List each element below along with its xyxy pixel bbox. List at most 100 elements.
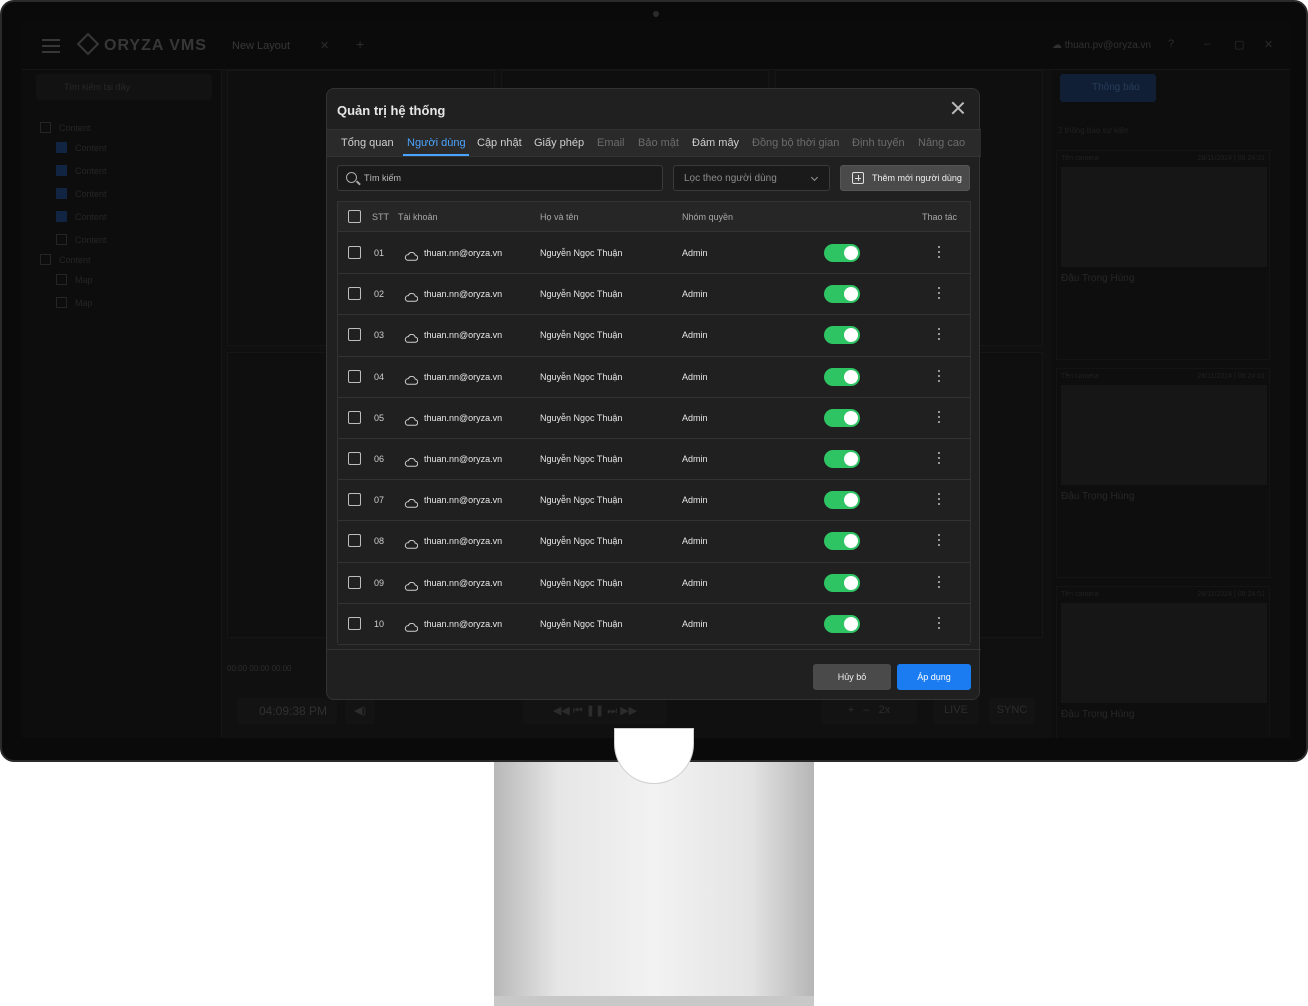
search-icon — [346, 172, 357, 183]
add-user-label: Thêm mới người dùng — [872, 173, 962, 183]
row-account: thuan.nn@oryza.vn — [424, 248, 503, 258]
select-all-checkbox[interactable] — [348, 210, 361, 223]
table-row[interactable]: 07 thuan.nn@oryza.vn Nguyễn Ngọc Thuận Admi… — [338, 480, 970, 522]
row-checkbox[interactable] — [348, 616, 361, 630]
row-stt: 10 — [374, 618, 385, 629]
table-row[interactable]: 01 thuan.nn@oryza.vn Nguyễn Ngọc Thuận Admi… — [338, 233, 970, 275]
more-actions-icon[interactable] — [936, 534, 942, 548]
toggle-knob — [844, 534, 858, 549]
stand-hole — [614, 728, 694, 784]
enable-toggle[interactable] — [824, 491, 860, 510]
enable-toggle[interactable] — [824, 285, 860, 304]
row-stt: 05 — [374, 412, 385, 423]
row-account: thuan.nn@oryza.vn — [424, 371, 503, 382]
filter-label: Lọc theo người dùng — [684, 173, 777, 184]
enable-toggle[interactable] — [824, 244, 860, 262]
row-account: thuan.nn@oryza.vn — [424, 454, 503, 464]
more-actions-icon[interactable] — [936, 246, 942, 260]
close-icon[interactable] — [949, 99, 967, 117]
enable-toggle[interactable] — [824, 450, 860, 468]
tab-10[interactable]: Nâng cao — [918, 137, 965, 149]
row-fullname: Nguyễn Ngọc Thuận — [540, 371, 623, 382]
tab-4[interactable]: Giấy phép — [534, 137, 584, 149]
tab-6[interactable]: Bảo mật — [638, 137, 679, 149]
row-role: Admin — [682, 454, 708, 464]
tab-1[interactable]: Tổng quan — [341, 137, 394, 149]
row-stt: 03 — [374, 330, 385, 341]
row-account: thuan.nn@oryza.vn — [424, 618, 503, 629]
table-row[interactable]: 08 thuan.nn@oryza.vn Nguyễn Ngọc Thuận Admi… — [338, 521, 970, 563]
more-actions-icon[interactable] — [936, 287, 942, 301]
add-user-button[interactable]: Thêm mới người dùng — [840, 165, 970, 191]
table-row[interactable]: 03 thuan.nn@oryza.vn Nguyễn Ngọc Thuận Admi… — [338, 315, 970, 357]
tab-8[interactable]: Đồng bộ thời gian — [752, 137, 839, 149]
table-row[interactable]: 09 thuan.nn@oryza.vn Nguyễn Ngọc Thuận Admi… — [338, 563, 970, 604]
enable-toggle[interactable] — [824, 326, 860, 345]
row-stt: 09 — [374, 577, 385, 588]
enable-toggle[interactable] — [824, 532, 860, 551]
monitor-camera — [653, 11, 659, 17]
toggle-knob — [844, 616, 858, 631]
enable-toggle[interactable] — [824, 408, 860, 427]
row-account: thuan.nn@oryza.vn — [424, 495, 503, 506]
table-row[interactable]: 06 thuan.nn@oryza.vn Nguyễn Ngọc Thuận Admi… — [338, 439, 970, 481]
enable-toggle[interactable] — [824, 614, 860, 633]
row-account: thuan.nn@oryza.vn — [424, 577, 503, 588]
row-checkbox[interactable] — [348, 328, 361, 342]
row-role: Admin — [682, 330, 708, 341]
toggle-knob — [844, 369, 858, 384]
cloud-icon — [404, 619, 419, 632]
row-fullname: Nguyễn Ngọc Thuận — [540, 454, 623, 464]
footer-divider — [327, 649, 981, 650]
row-checkbox[interactable] — [348, 452, 361, 465]
user-table: STT Tài khoản Họ và tên Nhóm quyền Thao … — [337, 201, 971, 645]
more-actions-icon[interactable] — [936, 616, 942, 631]
stand-foot — [494, 996, 814, 1006]
header-account: Tài khoản — [398, 212, 438, 222]
row-checkbox[interactable] — [348, 575, 361, 589]
more-actions-icon[interactable] — [936, 410, 942, 425]
table-row[interactable]: 05 thuan.nn@oryza.vn Nguyễn Ngọc Thuận Admi… — [338, 398, 970, 439]
monitor-stand — [494, 728, 814, 1006]
more-actions-icon[interactable] — [936, 452, 942, 466]
user-filter-dropdown[interactable]: Lọc theo người dùng — [673, 165, 830, 191]
row-fullname: Nguyễn Ngọc Thuận — [540, 577, 623, 588]
more-actions-icon[interactable] — [936, 328, 942, 342]
cloud-icon — [404, 372, 419, 385]
more-actions-icon[interactable] — [936, 493, 942, 507]
toggle-knob — [844, 410, 858, 425]
row-checkbox[interactable] — [348, 287, 361, 301]
more-actions-icon[interactable] — [936, 575, 942, 590]
row-checkbox[interactable] — [348, 246, 361, 259]
tab-7[interactable]: Đám mây — [692, 137, 739, 149]
row-checkbox[interactable] — [348, 410, 361, 424]
chevron-down-icon — [810, 173, 819, 182]
system-admin-dialog: Quản trị hệ thống Tổng quan Người dùng Cập… — [326, 88, 981, 700]
cloud-icon — [404, 454, 419, 467]
table-row[interactable]: 04 thuan.nn@oryza.vn Nguyễn Ngọc Thuận Admi… — [338, 357, 970, 398]
tab-9[interactable]: Định tuyến — [852, 137, 905, 149]
toggle-knob — [844, 328, 858, 343]
tab-2[interactable]: Người dùng — [407, 137, 466, 149]
search-input[interactable] — [364, 170, 654, 186]
cloud-icon — [404, 413, 419, 426]
row-role: Admin — [682, 371, 708, 382]
tab-3[interactable]: Cập nhật — [477, 137, 522, 149]
row-fullname: Nguyễn Ngọc Thuận — [540, 536, 623, 547]
row-stt: 01 — [374, 248, 385, 258]
row-role: Admin — [682, 618, 708, 629]
row-checkbox[interactable] — [348, 493, 361, 507]
search-box[interactable] — [337, 165, 663, 191]
apply-button[interactable]: Áp dụng — [897, 664, 971, 690]
enable-toggle[interactable] — [824, 367, 860, 386]
table-row[interactable]: 10 thuan.nn@oryza.vn Nguyễn Ngọc Thuận Admi… — [338, 604, 970, 645]
cancel-button[interactable]: Hủy bỏ — [813, 664, 891, 690]
more-actions-icon[interactable] — [936, 369, 942, 384]
row-checkbox[interactable] — [348, 369, 361, 383]
enable-toggle[interactable] — [824, 573, 860, 592]
tab-5[interactable]: Email — [597, 137, 625, 149]
row-checkbox[interactable] — [348, 534, 361, 548]
table-row[interactable]: 02 thuan.nn@oryza.vn Nguyễn Ngọc Thuận Admi… — [338, 274, 970, 316]
row-fullname: Nguyễn Ngọc Thuận — [540, 330, 623, 341]
toggle-knob — [844, 287, 858, 302]
